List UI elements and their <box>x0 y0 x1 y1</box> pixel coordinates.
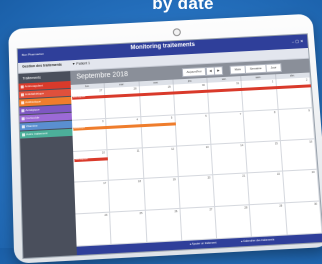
day-cell[interactable]: 9 <box>278 107 316 141</box>
day-cell[interactable]: 10 <box>73 149 110 183</box>
day-cell[interactable]: 30 <box>285 201 322 236</box>
day-number: 5 <box>170 116 173 120</box>
day-number: 6 <box>205 114 207 118</box>
day-cell[interactable]: 14 <box>211 142 249 176</box>
day-number: 1 <box>271 80 274 84</box>
day-cell[interactable]: 27 <box>70 88 107 121</box>
section-label: Gestion des traitements <box>22 62 62 69</box>
day-number: 30 <box>314 202 318 207</box>
day-number: 23 <box>311 171 315 175</box>
day-cell[interactable]: 28 <box>105 86 141 119</box>
day-cell[interactable]: 13 <box>176 144 214 178</box>
day-cell[interactable]: 16 <box>280 138 318 172</box>
day-number: 4 <box>136 118 139 122</box>
footer-add-link[interactable]: ● Ajouter un traitement <box>190 241 217 246</box>
day-number: 14 <box>240 143 244 147</box>
day-number: 17 <box>103 182 107 186</box>
day-number: 10 <box>101 150 105 155</box>
today-button[interactable]: Aujourd'hui <box>181 67 207 78</box>
month-grid: 27 28 29 30 31 1 2 3 4 5 6 7 8 9 10 11 12 13 14 15 16 17 18 19 2… <box>70 77 322 247</box>
day-cell[interactable]: 19 <box>143 177 181 211</box>
day-number: 27 <box>209 208 213 212</box>
day-cell[interactable]: 4 <box>106 116 143 150</box>
day-number: 26 <box>174 210 178 214</box>
day-cell[interactable]: 23 <box>282 170 320 204</box>
day-number: 20 <box>207 176 211 181</box>
day-cell[interactable]: 31 <box>207 80 244 114</box>
day-cell[interactable]: 20 <box>178 175 216 210</box>
day-cell[interactable]: 12 <box>142 146 179 180</box>
day-cell[interactable]: 22 <box>248 171 286 206</box>
day-cell[interactable]: 25 <box>110 210 147 245</box>
day-cell[interactable]: 26 <box>145 209 183 243</box>
day-number: 19 <box>172 178 176 182</box>
day-number: 2 <box>305 78 308 82</box>
day-cell[interactable]: 6 <box>175 113 212 147</box>
day-number: 22 <box>276 173 281 177</box>
day-number: 29 <box>279 204 283 208</box>
day-cell[interactable]: 30 <box>173 82 210 116</box>
day-cell[interactable]: 3 <box>72 118 108 152</box>
day-number: 28 <box>133 87 137 91</box>
day-number: 9 <box>308 109 310 113</box>
day-number: 27 <box>99 89 103 93</box>
tablet-frame: Bon Pharmacien Monitoring traitements – … <box>8 13 322 264</box>
day-cell[interactable]: 17 <box>74 181 111 215</box>
day-number: 16 <box>309 140 313 144</box>
sidebar-item-6[interactable]: Autre traitement <box>19 128 73 139</box>
day-cell[interactable]: 24 <box>75 212 112 247</box>
day-number: 7 <box>239 112 242 116</box>
day-cell[interactable]: 27 <box>180 207 218 242</box>
day-number: 31 <box>236 82 240 86</box>
day-number: 13 <box>205 145 209 149</box>
month-title: Septembre 2018 <box>76 71 129 81</box>
day-number: 29 <box>167 85 171 89</box>
window-controls[interactable]: – ▢ ✕ <box>292 38 304 43</box>
view-week-button[interactable]: Semaine <box>244 63 267 74</box>
day-cell[interactable]: 7 <box>209 111 247 145</box>
day-cell[interactable]: 15 <box>246 140 283 174</box>
day-number: 30 <box>201 83 206 88</box>
day-cell[interactable]: 1 <box>241 79 279 112</box>
sidebar: Traitements Anticoagulant Antidiabétique A… <box>18 71 77 258</box>
day-cell[interactable]: 29 <box>139 84 176 117</box>
day-cell[interactable]: 11 <box>107 147 144 182</box>
day-number: 18 <box>137 180 142 184</box>
view-day-button[interactable]: Jour <box>265 63 282 73</box>
patient-selector[interactable]: ▼ Patient 1 <box>72 61 90 66</box>
day-number: 24 <box>104 213 108 218</box>
day-cell[interactable]: 28 <box>215 205 253 240</box>
camera-icon <box>172 28 182 37</box>
day-number: 25 <box>139 212 143 216</box>
day-number: 8 <box>273 110 276 115</box>
day-number: 11 <box>136 149 140 153</box>
day-number: 15 <box>274 141 278 146</box>
day-number: 12 <box>171 147 175 151</box>
day-cell[interactable]: 18 <box>109 179 146 213</box>
day-number: 28 <box>244 206 248 210</box>
next-button[interactable]: ▶ <box>213 66 224 76</box>
app-screen: Bon Pharmacien Monitoring traitements – … <box>16 33 322 260</box>
day-cell[interactable]: 5 <box>140 115 177 148</box>
headline: by date <box>152 0 214 13</box>
day-cell[interactable]: 2 <box>276 77 313 110</box>
day-cell[interactable]: 29 <box>250 203 288 238</box>
day-number: 3 <box>102 119 104 124</box>
day-number: 21 <box>242 174 246 179</box>
day-cell[interactable]: 8 <box>243 109 281 143</box>
day-cell[interactable]: 21 <box>213 173 251 208</box>
footer-calendar-link[interactable]: ● Calendrier des traitements <box>241 238 275 243</box>
